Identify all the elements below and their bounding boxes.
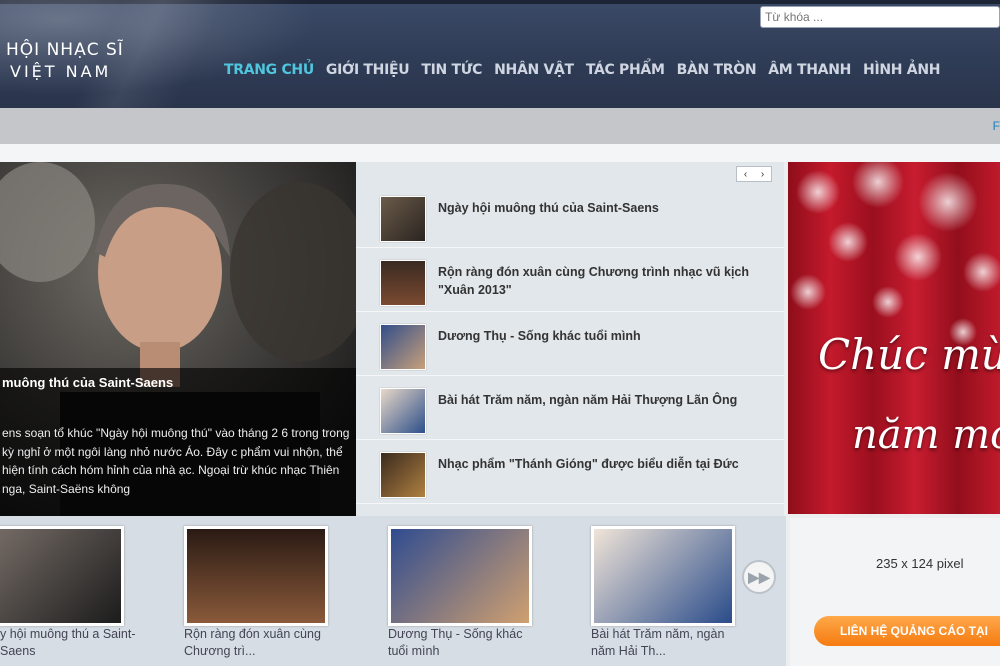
carousel-image (391, 529, 529, 623)
list-item[interactable]: Rộn ràng đón xuân cùng Chương trình nhạc… (356, 248, 784, 312)
nav-item-tin-tuc[interactable]: TIN TỨC (421, 62, 482, 78)
news-title[interactable]: Rộn ràng đón xuân cùng Chương trình nhạc… (438, 263, 758, 299)
search-input[interactable] (760, 6, 1000, 28)
news-thumbnail[interactable] (380, 324, 426, 370)
list-item[interactable]: Dương Thụ - Sống khác tuổi mình (356, 312, 784, 376)
news-thumbnail[interactable] (380, 260, 426, 306)
list-item[interactable]: Ngày hội muông thú của Saint-Saens (356, 184, 784, 248)
ad-placeholder: 235 x 124 pixel LIÊN HỆ QUẢNG CÁO TẠI (790, 518, 1000, 666)
pager-prev-icon[interactable]: ‹ (744, 169, 747, 180)
main-nav: TRANG CHỦ GIỚI THIỆU TIN TỨC NHÂN VẬT TÁ… (224, 62, 952, 78)
news-title[interactable]: Dương Thụ - Sống khác tuổi mình (438, 327, 758, 345)
carousel-caption[interactable]: Dương Thụ - Sống khác tuổi mình (388, 626, 538, 660)
carousel-caption[interactable]: Bài hát Trăm năm, ngàn năm Hải Th... (591, 626, 741, 660)
ad-size-label: 235 x 124 pixel (876, 556, 964, 571)
carousel-image (0, 529, 121, 623)
spacer (0, 144, 1000, 162)
logo-line2: VIỆT NAM (10, 62, 112, 81)
news-title[interactable]: Ngày hội muông thú của Saint-Saens (438, 199, 758, 217)
logo-line1: HỘI NHẠC SĨ (6, 40, 124, 60)
pager-next-icon[interactable]: › (761, 169, 764, 180)
carousel-thumbnail[interactable] (0, 526, 124, 626)
featured-title[interactable]: muông thú của Saint-Saens (0, 375, 356, 390)
news-title[interactable]: Bài hát Trăm năm, ngàn năm Hải Thượng Lã… (438, 391, 758, 409)
banner-line2: năm mớ (852, 412, 1000, 458)
banner-line1: Chúc mừn (818, 330, 1000, 379)
carousel-thumbnail[interactable] (591, 526, 735, 626)
nav-item-ban-tron[interactable]: BÀN TRÒN (677, 62, 757, 78)
nav-item-gioi-thieu[interactable]: GIỚI THIỆU (326, 62, 410, 78)
news-title[interactable]: Nhạc phẩm "Thánh Gióng" được biểu diễn t… (438, 455, 758, 473)
news-list: ‹ › Ngày hội muông thú của Saint-Saens R… (356, 162, 784, 516)
nav-item-nhan-vat[interactable]: NHÂN VẬT (494, 62, 574, 78)
carousel-caption[interactable]: Rộn ràng đón xuân cùng Chương trì... (184, 626, 334, 660)
carousel-thumbnail[interactable] (388, 526, 532, 626)
carousel-image (187, 529, 325, 623)
info-strip: F (0, 108, 1000, 144)
advertise-contact-button[interactable]: LIÊN HỆ QUẢNG CÁO TẠI (814, 616, 1000, 646)
site-header: HỘI NHẠC SĨ VIỆT NAM TRANG CHỦ GIỚI THIỆ… (0, 0, 1000, 108)
site-logo[interactable]: HỘI NHẠC SĨ VIỆT NAM (6, 40, 124, 82)
featured-excerpt: ens soạn tổ khúc "Ngày hội muông thú" và… (2, 426, 350, 496)
news-pager: ‹ › (736, 166, 772, 182)
strip-link[interactable]: F (993, 119, 1000, 133)
thumbnail-carousel: y hội muông thú a Saint-Saens Rộn ràng đ… (0, 516, 786, 666)
carousel-thumbnail[interactable] (184, 526, 328, 626)
list-item[interactable]: Bài hát Trăm năm, ngàn năm Hải Thượng Lã… (356, 376, 784, 440)
featured-article[interactable]: muông thú của Saint-Saens ens soạn tổ kh… (0, 162, 356, 516)
news-thumbnail[interactable] (380, 452, 426, 498)
nav-item-trang-chu[interactable]: TRANG CHỦ (224, 62, 314, 78)
carousel-caption[interactable]: y hội muông thú a Saint-Saens (0, 626, 150, 660)
nav-item-tac-pham[interactable]: TÁC PHẨM (586, 62, 665, 78)
news-thumbnail[interactable] (380, 388, 426, 434)
carousel-image (594, 529, 732, 623)
nav-item-am-thanh[interactable]: ÂM THANH (768, 62, 851, 78)
carousel-next-icon[interactable]: ▶▶ (742, 560, 776, 594)
nav-item-hinh-anh[interactable]: HÌNH ẢNH (863, 62, 940, 78)
new-year-banner[interactable]: Chúc mừn năm mớ (788, 162, 1000, 514)
list-item[interactable]: Nhạc phẩm "Thánh Gióng" được biểu diễn t… (356, 440, 784, 504)
news-thumbnail[interactable] (380, 196, 426, 242)
